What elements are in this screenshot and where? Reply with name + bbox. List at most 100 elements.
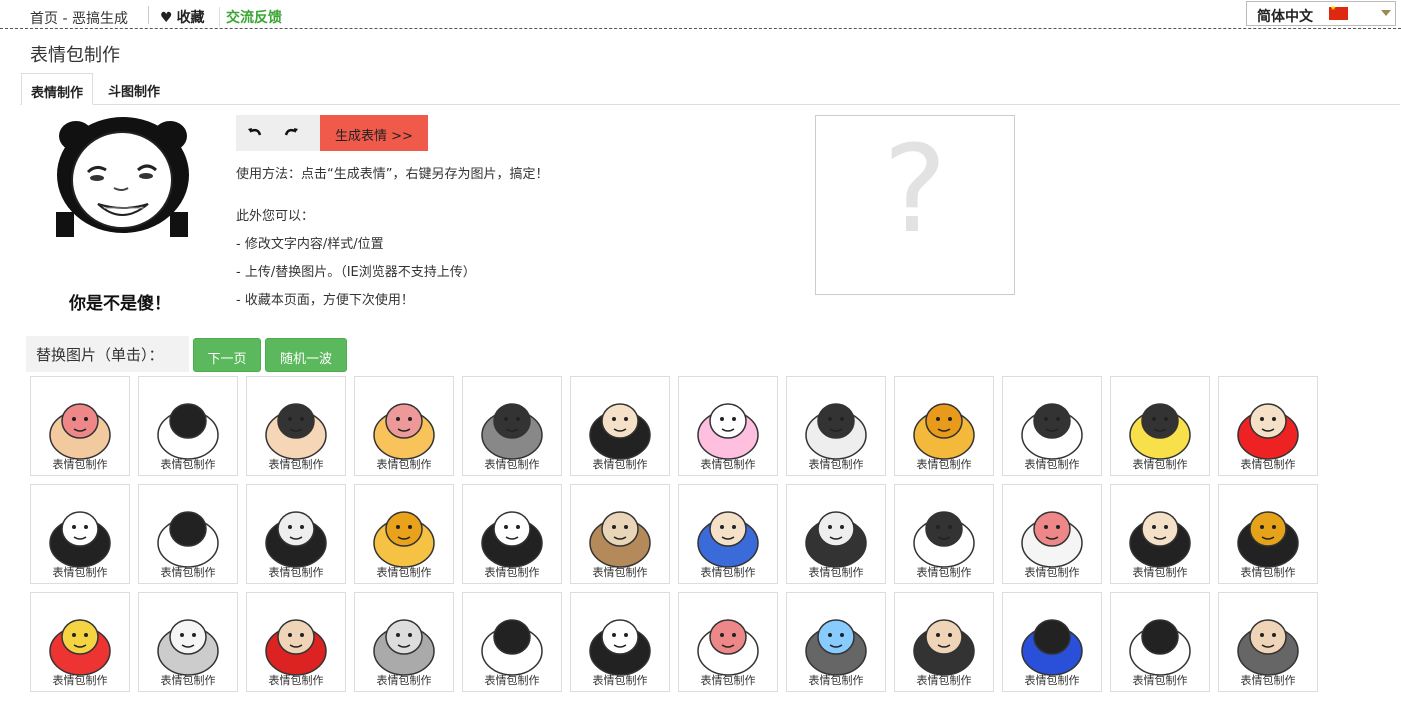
- tab-bar: 表情制作 斗图制作: [20, 73, 1400, 105]
- page-title: 表情包制作: [30, 45, 120, 66]
- meme-thumbnail[interactable]: 表情包制作: [678, 376, 778, 476]
- thumbnail-caption: 表情包制作: [700, 674, 756, 687]
- extra-item: - 修改文字内容/样式/位置: [236, 237, 384, 252]
- top-bar: 首页 - 恶搞生成 ♥ 收藏 交流反馈 简体中文: [0, 0, 1401, 29]
- thumbnail-caption: 表情包制作: [1024, 674, 1080, 687]
- meme-thumbnail[interactable]: 表情包制作: [462, 592, 562, 692]
- meme-thumbnail[interactable]: 表情包制作: [138, 592, 238, 692]
- thumbnail-caption: 表情包制作: [52, 566, 108, 579]
- thumbnail-caption: 表情包制作: [1132, 674, 1188, 687]
- tab-meme-maker[interactable]: 表情制作: [21, 73, 94, 105]
- panda-face-image: [56, 117, 189, 237]
- thumbnail-caption: 表情包制作: [1024, 566, 1080, 579]
- meme-thumbnail[interactable]: 表情包制作: [30, 484, 130, 584]
- meme-thumbnail[interactable]: 表情包制作: [30, 376, 130, 476]
- china-flag-icon: [1329, 4, 1348, 20]
- meme-thumbnail[interactable]: 表情包制作: [354, 376, 454, 476]
- meme-thumbnail[interactable]: 表情包制作: [138, 484, 238, 584]
- meme-thumbnail[interactable]: 表情包制作: [570, 484, 670, 584]
- usage-instructions: 使用方法：点击“生成表情”，右键另存为图片，搞定！: [236, 167, 549, 182]
- meme-thumbnail[interactable]: 表情包制作: [246, 484, 346, 584]
- replace-image-label: 替换图片（单击）：: [26, 336, 189, 372]
- redo-icon[interactable]: [282, 125, 300, 143]
- meme-thumbnail[interactable]: 表情包制作: [570, 592, 670, 692]
- thumbnail-caption: 表情包制作: [160, 566, 216, 579]
- thumbnail-caption: 表情包制作: [1132, 458, 1188, 471]
- thumbnail-caption: 表情包制作: [52, 674, 108, 687]
- meme-thumbnail[interactable]: 表情包制作: [1110, 484, 1210, 584]
- meme-thumbnail[interactable]: 表情包制作: [894, 376, 994, 476]
- meme-caption-text[interactable]: 你是不是傻！: [30, 289, 210, 314]
- thumbnail-caption: 表情包制作: [484, 674, 540, 687]
- thumbnail-caption: 表情包制作: [160, 674, 216, 687]
- meme-thumbnail[interactable]: 表情包制作: [462, 376, 562, 476]
- thumbnail-caption: 表情包制作: [1132, 566, 1188, 579]
- extra-title: 此外您可以：: [236, 209, 315, 224]
- meme-thumbnail[interactable]: 表情包制作: [1218, 592, 1318, 692]
- dropdown-caret-icon: [1381, 10, 1391, 16]
- thumbnail-caption: 表情包制作: [484, 566, 540, 579]
- thumbnail-caption: 表情包制作: [1240, 674, 1296, 687]
- meme-thumbnail[interactable]: 表情包制作: [1002, 592, 1102, 692]
- meme-thumbnail[interactable]: 表情包制作: [354, 484, 454, 584]
- meme-thumbnail[interactable]: 表情包制作: [246, 376, 346, 476]
- heart-icon: ♥: [160, 10, 173, 26]
- meme-thumbnail[interactable]: 表情包制作: [246, 592, 346, 692]
- extra-item: - 上传/替换图片。（IE浏览器不支持上传）: [236, 265, 476, 280]
- meme-thumbnail[interactable]: 表情包制作: [786, 484, 886, 584]
- favorite-link[interactable]: ♥ 收藏: [160, 7, 205, 27]
- thumbnail-caption: 表情包制作: [916, 458, 972, 471]
- thumbnail-caption: 表情包制作: [916, 566, 972, 579]
- thumbnail-caption: 表情包制作: [160, 458, 216, 471]
- thumbnail-caption: 表情包制作: [1024, 458, 1080, 471]
- thumbnail-caption: 表情包制作: [700, 458, 756, 471]
- meme-thumbnail[interactable]: 表情包制作: [462, 484, 562, 584]
- meme-thumbnail[interactable]: 表情包制作: [1218, 484, 1318, 584]
- thumbnail-caption: 表情包制作: [808, 566, 864, 579]
- thumbnail-caption: 表情包制作: [52, 458, 108, 471]
- meme-thumbnail[interactable]: 表情包制作: [678, 484, 778, 584]
- generated-result-box[interactable]: ?: [815, 115, 1015, 295]
- thumbnail-caption: 表情包制作: [484, 458, 540, 471]
- thumbnail-caption: 表情包制作: [1240, 458, 1296, 471]
- thumbnail-caption: 表情包制作: [916, 674, 972, 687]
- thumbnail-caption: 表情包制作: [376, 458, 432, 471]
- language-select[interactable]: 简体中文: [1246, 1, 1396, 26]
- random-batch-button[interactable]: 随机一波: [265, 338, 347, 372]
- undo-icon[interactable]: [246, 125, 264, 143]
- thumbnail-caption: 表情包制作: [808, 674, 864, 687]
- thumbnail-caption: 表情包制作: [592, 458, 648, 471]
- thumbnail-caption: 表情包制作: [592, 566, 648, 579]
- meme-thumbnail[interactable]: 表情包制作: [30, 592, 130, 692]
- tab-fight-maker[interactable]: 斗图制作: [99, 73, 169, 105]
- nav-home-link[interactable]: 首页 - 恶搞生成: [30, 8, 128, 28]
- meme-thumbnail[interactable]: 表情包制作: [894, 592, 994, 692]
- feedback-link[interactable]: 交流反馈: [219, 7, 282, 27]
- meme-thumbnail[interactable]: 表情包制作: [786, 376, 886, 476]
- meme-editor-canvas[interactable]: [30, 112, 216, 317]
- editor-toolbar: 生成表情 >>: [236, 115, 428, 151]
- question-mark-icon: ?: [883, 121, 947, 260]
- favorite-label: 收藏: [176, 10, 205, 26]
- meme-thumbnail[interactable]: 表情包制作: [1218, 376, 1318, 476]
- meme-thumbnail[interactable]: 表情包制作: [1002, 484, 1102, 584]
- meme-thumbnail[interactable]: 表情包制作: [1002, 376, 1102, 476]
- meme-thumbnail[interactable]: 表情包制作: [894, 484, 994, 584]
- thumbnail-caption: 表情包制作: [376, 566, 432, 579]
- thumbnail-caption: 表情包制作: [808, 458, 864, 471]
- meme-thumbnail[interactable]: 表情包制作: [786, 592, 886, 692]
- generate-meme-button[interactable]: 生成表情 >>: [320, 115, 428, 151]
- meme-thumbnail[interactable]: 表情包制作: [1110, 376, 1210, 476]
- meme-thumbnail[interactable]: 表情包制作: [678, 592, 778, 692]
- language-label: 简体中文: [1257, 9, 1313, 25]
- thumbnail-caption: 表情包制作: [268, 566, 324, 579]
- meme-thumbnail[interactable]: 表情包制作: [1110, 592, 1210, 692]
- meme-thumbnail[interactable]: 表情包制作: [354, 592, 454, 692]
- next-page-button[interactable]: 下一页: [193, 338, 261, 372]
- thumbnail-caption: 表情包制作: [268, 458, 324, 471]
- nav-divider: [148, 6, 149, 24]
- meme-thumbnail[interactable]: 表情包制作: [138, 376, 238, 476]
- thumbnail-caption: 表情包制作: [268, 674, 324, 687]
- meme-thumbnail[interactable]: 表情包制作: [570, 376, 670, 476]
- thumbnail-caption: 表情包制作: [592, 674, 648, 687]
